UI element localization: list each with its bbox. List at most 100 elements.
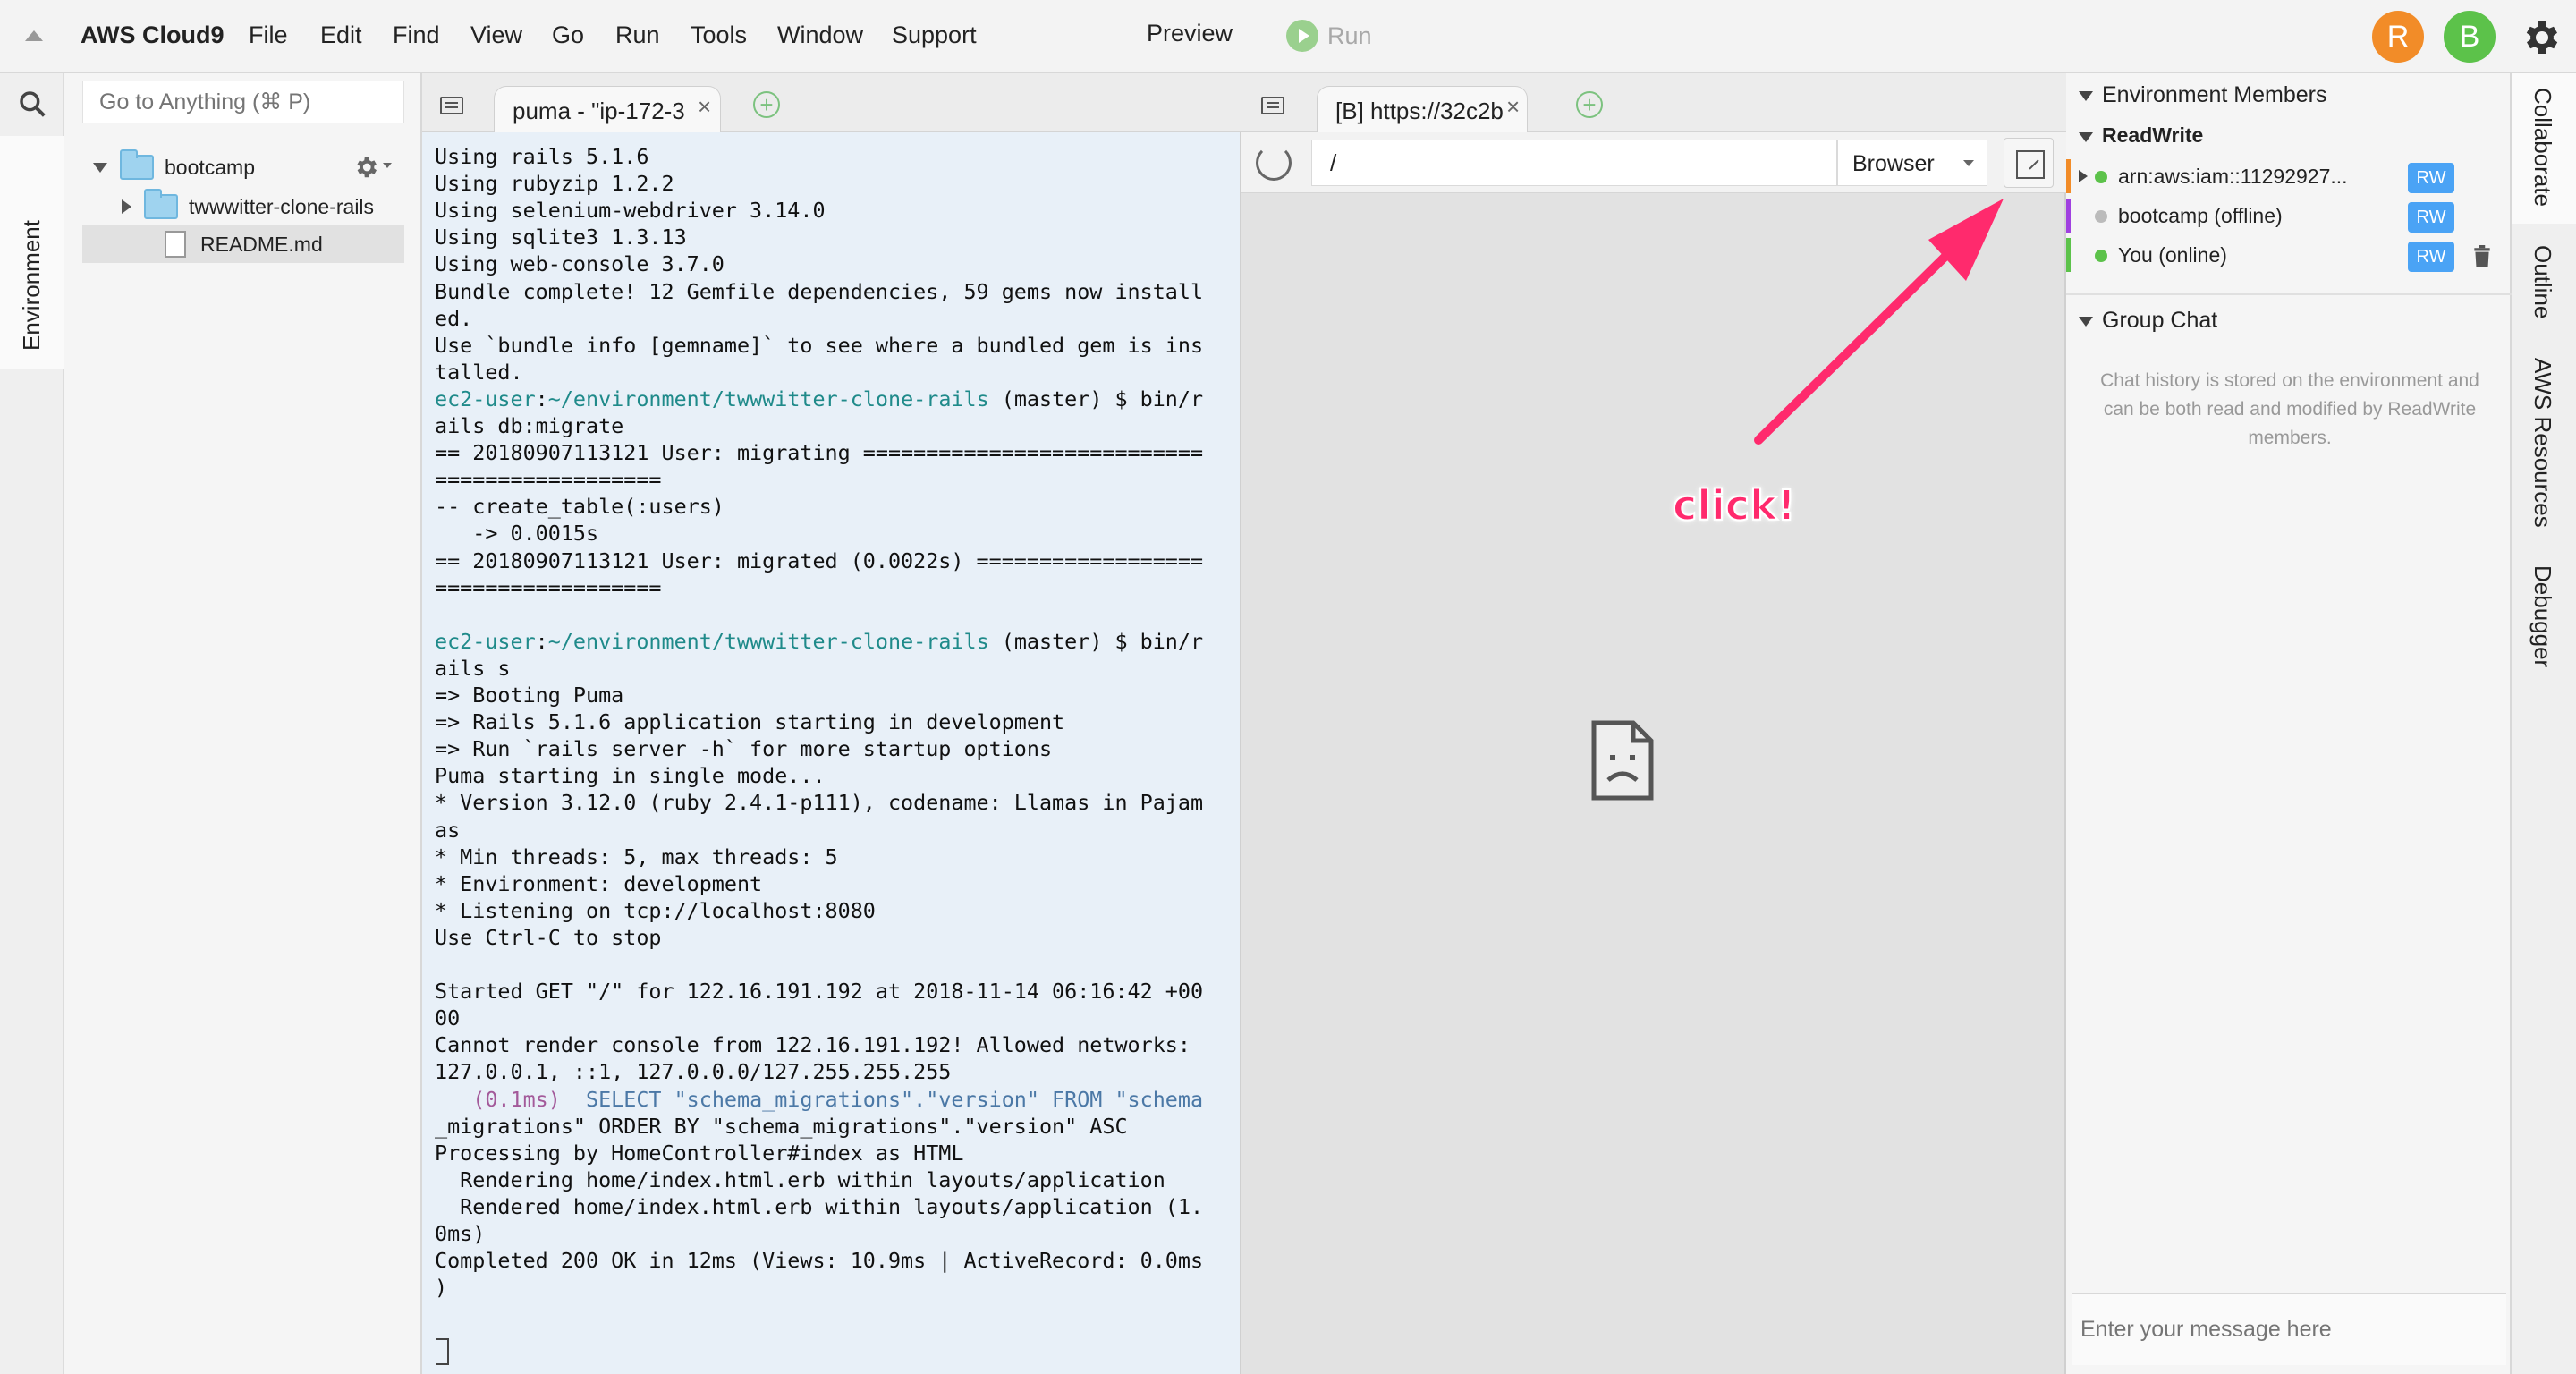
tree-item-readme[interactable]: README.md xyxy=(82,225,404,263)
avatar-r[interactable]: R xyxy=(2372,11,2424,63)
terminal-line: Puma starting in single mode... xyxy=(435,763,826,789)
tab-menu-icon[interactable] xyxy=(1261,97,1284,114)
terminal-line: == 20180907113121 User: migrating ======… xyxy=(435,440,1204,466)
member-row[interactable]: bootcamp (offline) RW xyxy=(2066,197,2512,236)
terminal-line: 0ms) xyxy=(435,1221,486,1246)
terminal-line: * Listening on tcp://localhost:8080 xyxy=(435,897,876,923)
collapsed-arrow-icon xyxy=(122,199,131,214)
close-icon[interactable]: × xyxy=(698,93,711,121)
terminal-line: ================== xyxy=(435,467,662,493)
terminal-line: Cannot render console from 122.16.191.19… xyxy=(435,1032,1191,1058)
environment-members-header[interactable]: Environment Members xyxy=(2066,73,2512,116)
rw-badge[interactable]: RW xyxy=(2408,163,2454,193)
member-color-bar xyxy=(2066,199,2071,233)
terminal-line: => Booting Puma xyxy=(435,683,624,708)
gear-icon[interactable] xyxy=(2519,16,2562,59)
terminal-line: Processing by HomeController#index as HT… xyxy=(435,1140,964,1166)
collapse-menu-icon[interactable] xyxy=(25,30,43,41)
rw-badge[interactable]: RW xyxy=(2408,242,2454,272)
terminal-line: ================== xyxy=(435,574,662,600)
collapse-arrow-icon xyxy=(2079,317,2093,327)
menu-run[interactable]: Run xyxy=(615,21,660,49)
menu-support[interactable]: Support xyxy=(892,21,977,49)
menu-tools[interactable]: Tools xyxy=(691,21,747,49)
section-title: Environment Members xyxy=(2102,82,2327,107)
terminal-line: as xyxy=(435,817,461,843)
expand-arrow-icon[interactable] xyxy=(2079,170,2088,182)
readwrite-group-header[interactable]: ReadWrite xyxy=(2066,114,2512,157)
terminal-line: 00 xyxy=(435,1005,461,1031)
preview-tabbar: [B] https://32c2b × + xyxy=(1241,73,2066,132)
tab-title: [B] https://32c2b xyxy=(1335,98,1504,124)
status-dot xyxy=(2095,210,2107,223)
member-row[interactable]: arn:aws:iam::11292927... RW xyxy=(2066,157,2512,197)
search-icon[interactable] xyxy=(18,89,47,118)
tab-browser-preview[interactable]: [B] https://32c2b xyxy=(1317,86,1528,132)
annotation-label: click! xyxy=(1672,480,1797,530)
preview-menu[interactable]: Preview xyxy=(1147,20,1233,47)
browser-select-label: Browser xyxy=(1852,151,1935,176)
add-tab-icon[interactable]: + xyxy=(1576,91,1603,118)
file-icon xyxy=(165,231,186,258)
add-tab-icon[interactable]: + xyxy=(753,91,780,118)
group-chat-header[interactable]: Group Chat xyxy=(2066,299,2512,342)
terminal-line: Rendering home/index.html.erb within lay… xyxy=(435,1166,1165,1192)
tree-item-label: bootcamp xyxy=(165,155,256,179)
terminal-line: ) xyxy=(435,1275,448,1301)
terminal-line: Bundle complete! 12 Gemfile dependencies… xyxy=(435,278,1204,304)
reload-icon[interactable] xyxy=(1256,145,1292,181)
file-tree-panel: bootcamp twwwitter-clone-rails README.md xyxy=(64,73,422,1374)
member-name: You (online) xyxy=(2118,243,2227,267)
terminal-line: => Rails 5.1.6 application starting in d… xyxy=(435,709,1065,735)
environment-label: Environment xyxy=(18,220,45,351)
tree-item-twwwitter-clone-rails[interactable]: twwwitter-clone-rails xyxy=(122,188,408,225)
menu-find[interactable]: Find xyxy=(393,21,440,49)
play-icon xyxy=(1286,20,1318,52)
expanded-arrow-icon xyxy=(93,162,107,173)
divider xyxy=(2066,293,2512,295)
tab-menu-icon[interactable] xyxy=(440,97,463,114)
tab-environment[interactable]: Environment xyxy=(0,136,64,369)
run-button[interactable]: Run xyxy=(1286,18,1372,54)
close-icon[interactable]: × xyxy=(1506,93,1520,121)
menu-go[interactable]: Go xyxy=(552,21,584,49)
menu-file[interactable]: File xyxy=(249,21,288,49)
tab-debugger[interactable]: Debugger xyxy=(2529,565,2556,667)
tab-terminal-puma[interactable]: puma - "ip-172-3 xyxy=(494,86,721,132)
member-row[interactable]: You (online) RW xyxy=(2066,236,2512,276)
menu-bar: AWS Cloud9 File Edit Find View Go Run To… xyxy=(0,0,2576,73)
tab-collaborate[interactable]: Collaborate xyxy=(2512,73,2576,224)
goto-anything-input[interactable] xyxy=(82,81,404,123)
menu-view[interactable]: View xyxy=(470,21,522,49)
broken-page-icon xyxy=(1591,720,1654,801)
terminal-line: -> 0.0015s xyxy=(435,521,599,547)
terminal-line: 127.0.0.1, ::1, 127.0.0.0/127.255.255.25… xyxy=(435,1059,952,1085)
terminal-line: ails db:migrate xyxy=(435,413,624,438)
tree-item-label: twwwitter-clone-rails xyxy=(189,194,375,218)
trash-icon[interactable] xyxy=(2472,245,2492,268)
chevron-down-icon[interactable] xyxy=(383,163,392,168)
terminal-line: (0.1ms) SELECT "schema_migrations"."vers… xyxy=(472,1086,1204,1112)
rw-badge[interactable]: RW xyxy=(2408,202,2454,233)
folder-icon xyxy=(120,149,154,180)
terminal-line: -- create_table(:users) xyxy=(435,494,724,520)
terminal-line: Using rubyzip 1.2.2 xyxy=(435,171,674,197)
collapse-arrow-icon xyxy=(2079,91,2093,101)
terminal-line: Started GET "/" for 122.16.191.192 at 20… xyxy=(435,979,1204,1005)
menu-edit[interactable]: Edit xyxy=(320,21,362,49)
tree-settings-gear-icon[interactable] xyxy=(352,154,379,181)
avatar-b[interactable]: B xyxy=(2444,11,2496,63)
member-name: arn:aws:iam::11292927... xyxy=(2118,165,2348,188)
annotation-arrow xyxy=(1754,199,2004,445)
folder-icon xyxy=(144,189,178,219)
section-title: Group Chat xyxy=(2102,308,2218,333)
terminal[interactable]: Using rails 5.1.6 Using rubyzip 1.2.2 Usin… xyxy=(422,132,1241,1374)
menu-window[interactable]: Window xyxy=(777,21,863,49)
tab-outline[interactable]: Outline xyxy=(2529,245,2556,318)
tree-item-bootcamp[interactable]: bootcamp xyxy=(93,148,397,186)
group-label: ReadWrite xyxy=(2102,123,2204,147)
tab-label: Collaborate xyxy=(2529,88,2556,207)
app-brand[interactable]: AWS Cloud9 xyxy=(80,21,225,49)
tab-aws-resources[interactable]: AWS Resources xyxy=(2529,358,2556,528)
chat-message-input[interactable] xyxy=(2072,1293,2506,1365)
